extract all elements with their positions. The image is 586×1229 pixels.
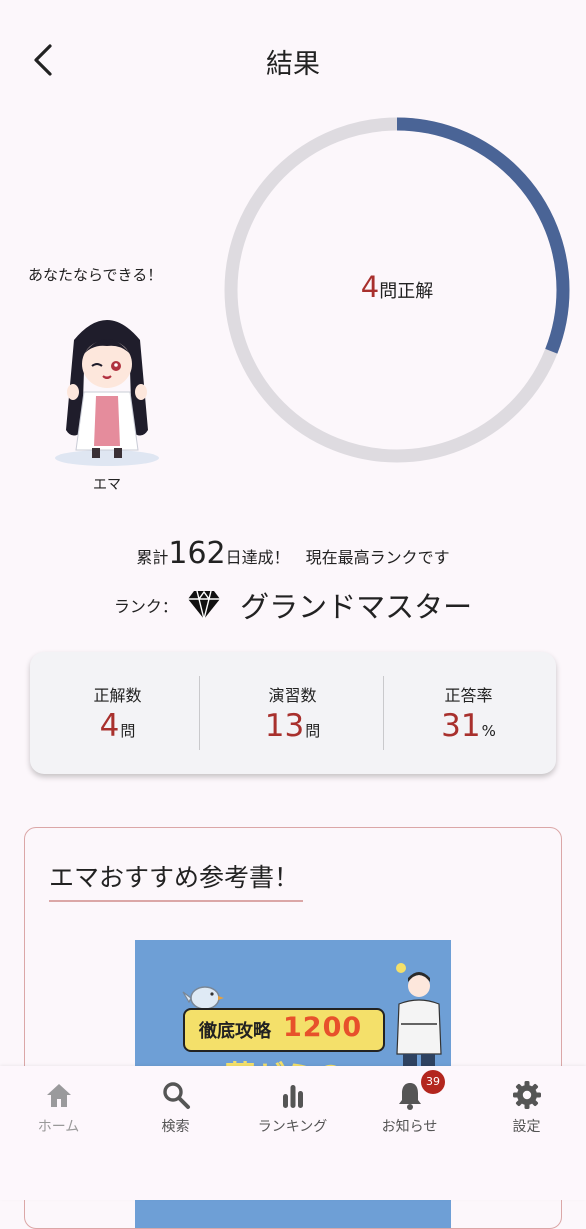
stat-unit: 問 xyxy=(305,722,321,740)
nav-search[interactable]: 検索 xyxy=(117,1066,234,1200)
nav-notifications[interactable]: 39 お知らせ xyxy=(351,1066,468,1200)
streak-prefix: 累計 xyxy=(136,548,169,567)
stat-unit: % xyxy=(481,722,496,740)
book-prefix: 徹底攻略 xyxy=(199,1021,271,1042)
gear-icon xyxy=(513,1081,541,1109)
nav-label: 検索 xyxy=(161,1119,190,1135)
character-illustration xyxy=(55,320,159,466)
nav-ranking[interactable]: ランキング xyxy=(234,1066,351,1200)
ranking-icon xyxy=(283,1085,303,1108)
rank-name: グランドマスター xyxy=(240,590,473,624)
page-title: 結果 xyxy=(266,49,320,80)
stat-practice: 演習数 13問 xyxy=(205,652,380,774)
nav-label: 設定 xyxy=(512,1119,541,1135)
nav-label: ホーム xyxy=(37,1119,80,1135)
home-icon xyxy=(47,1084,71,1107)
nav-label: お知らせ xyxy=(381,1119,438,1135)
header: 結果 xyxy=(0,0,586,110)
correct-count-unit: 問正解 xyxy=(379,281,434,302)
stat-number: 13 xyxy=(264,708,305,744)
stat-value: 31% xyxy=(381,708,556,744)
recommend-title: エマおすすめ参考書！ xyxy=(49,858,304,902)
stat-divider xyxy=(199,676,200,750)
stat-label: 演習数 xyxy=(268,686,317,705)
stat-accuracy: 正答率 31% xyxy=(381,652,556,774)
search-icon xyxy=(163,1082,190,1109)
notification-badge: 39 xyxy=(421,1070,445,1094)
character-speech: あなたならできる！ xyxy=(28,266,163,284)
stat-label: 正答率 xyxy=(444,686,493,705)
character-name: エマ xyxy=(93,477,121,493)
stat-number: 4 xyxy=(99,708,120,744)
book-banner: 徹底攻略 1200 xyxy=(183,1008,385,1052)
stat-correct: 正解数 4問 xyxy=(30,652,205,774)
rank-prefix: ランク： xyxy=(113,597,178,616)
stat-number: 31 xyxy=(441,708,481,744)
stats-card: 正解数 4問 演習数 13問 正答率 31% xyxy=(30,652,556,774)
bottom-nav: ホーム 検索 ランキング 39 お知らせ 設定 xyxy=(0,1066,586,1200)
streak-line: 累計162日達成！ 現在最高ランクです xyxy=(0,536,586,571)
nav-home[interactable]: ホーム xyxy=(0,1066,117,1200)
stat-value: 4問 xyxy=(30,708,205,744)
stat-unit: 問 xyxy=(120,722,136,740)
correct-count-label: 4問正解 xyxy=(222,270,572,304)
streak-suffix: 日達成！ 現在最高ランクです xyxy=(225,548,450,567)
rank-line: ランク： グランドマスター xyxy=(0,584,586,626)
stat-value: 13問 xyxy=(205,708,380,744)
book-number: 1200 xyxy=(283,1012,363,1043)
nav-label: ランキング xyxy=(257,1119,328,1135)
correct-count-number: 4 xyxy=(360,270,380,304)
nav-settings[interactable]: 設定 xyxy=(468,1066,585,1200)
stat-label: 正解数 xyxy=(93,686,142,705)
streak-days: 162 xyxy=(168,536,226,571)
diamond-icon xyxy=(188,590,220,620)
